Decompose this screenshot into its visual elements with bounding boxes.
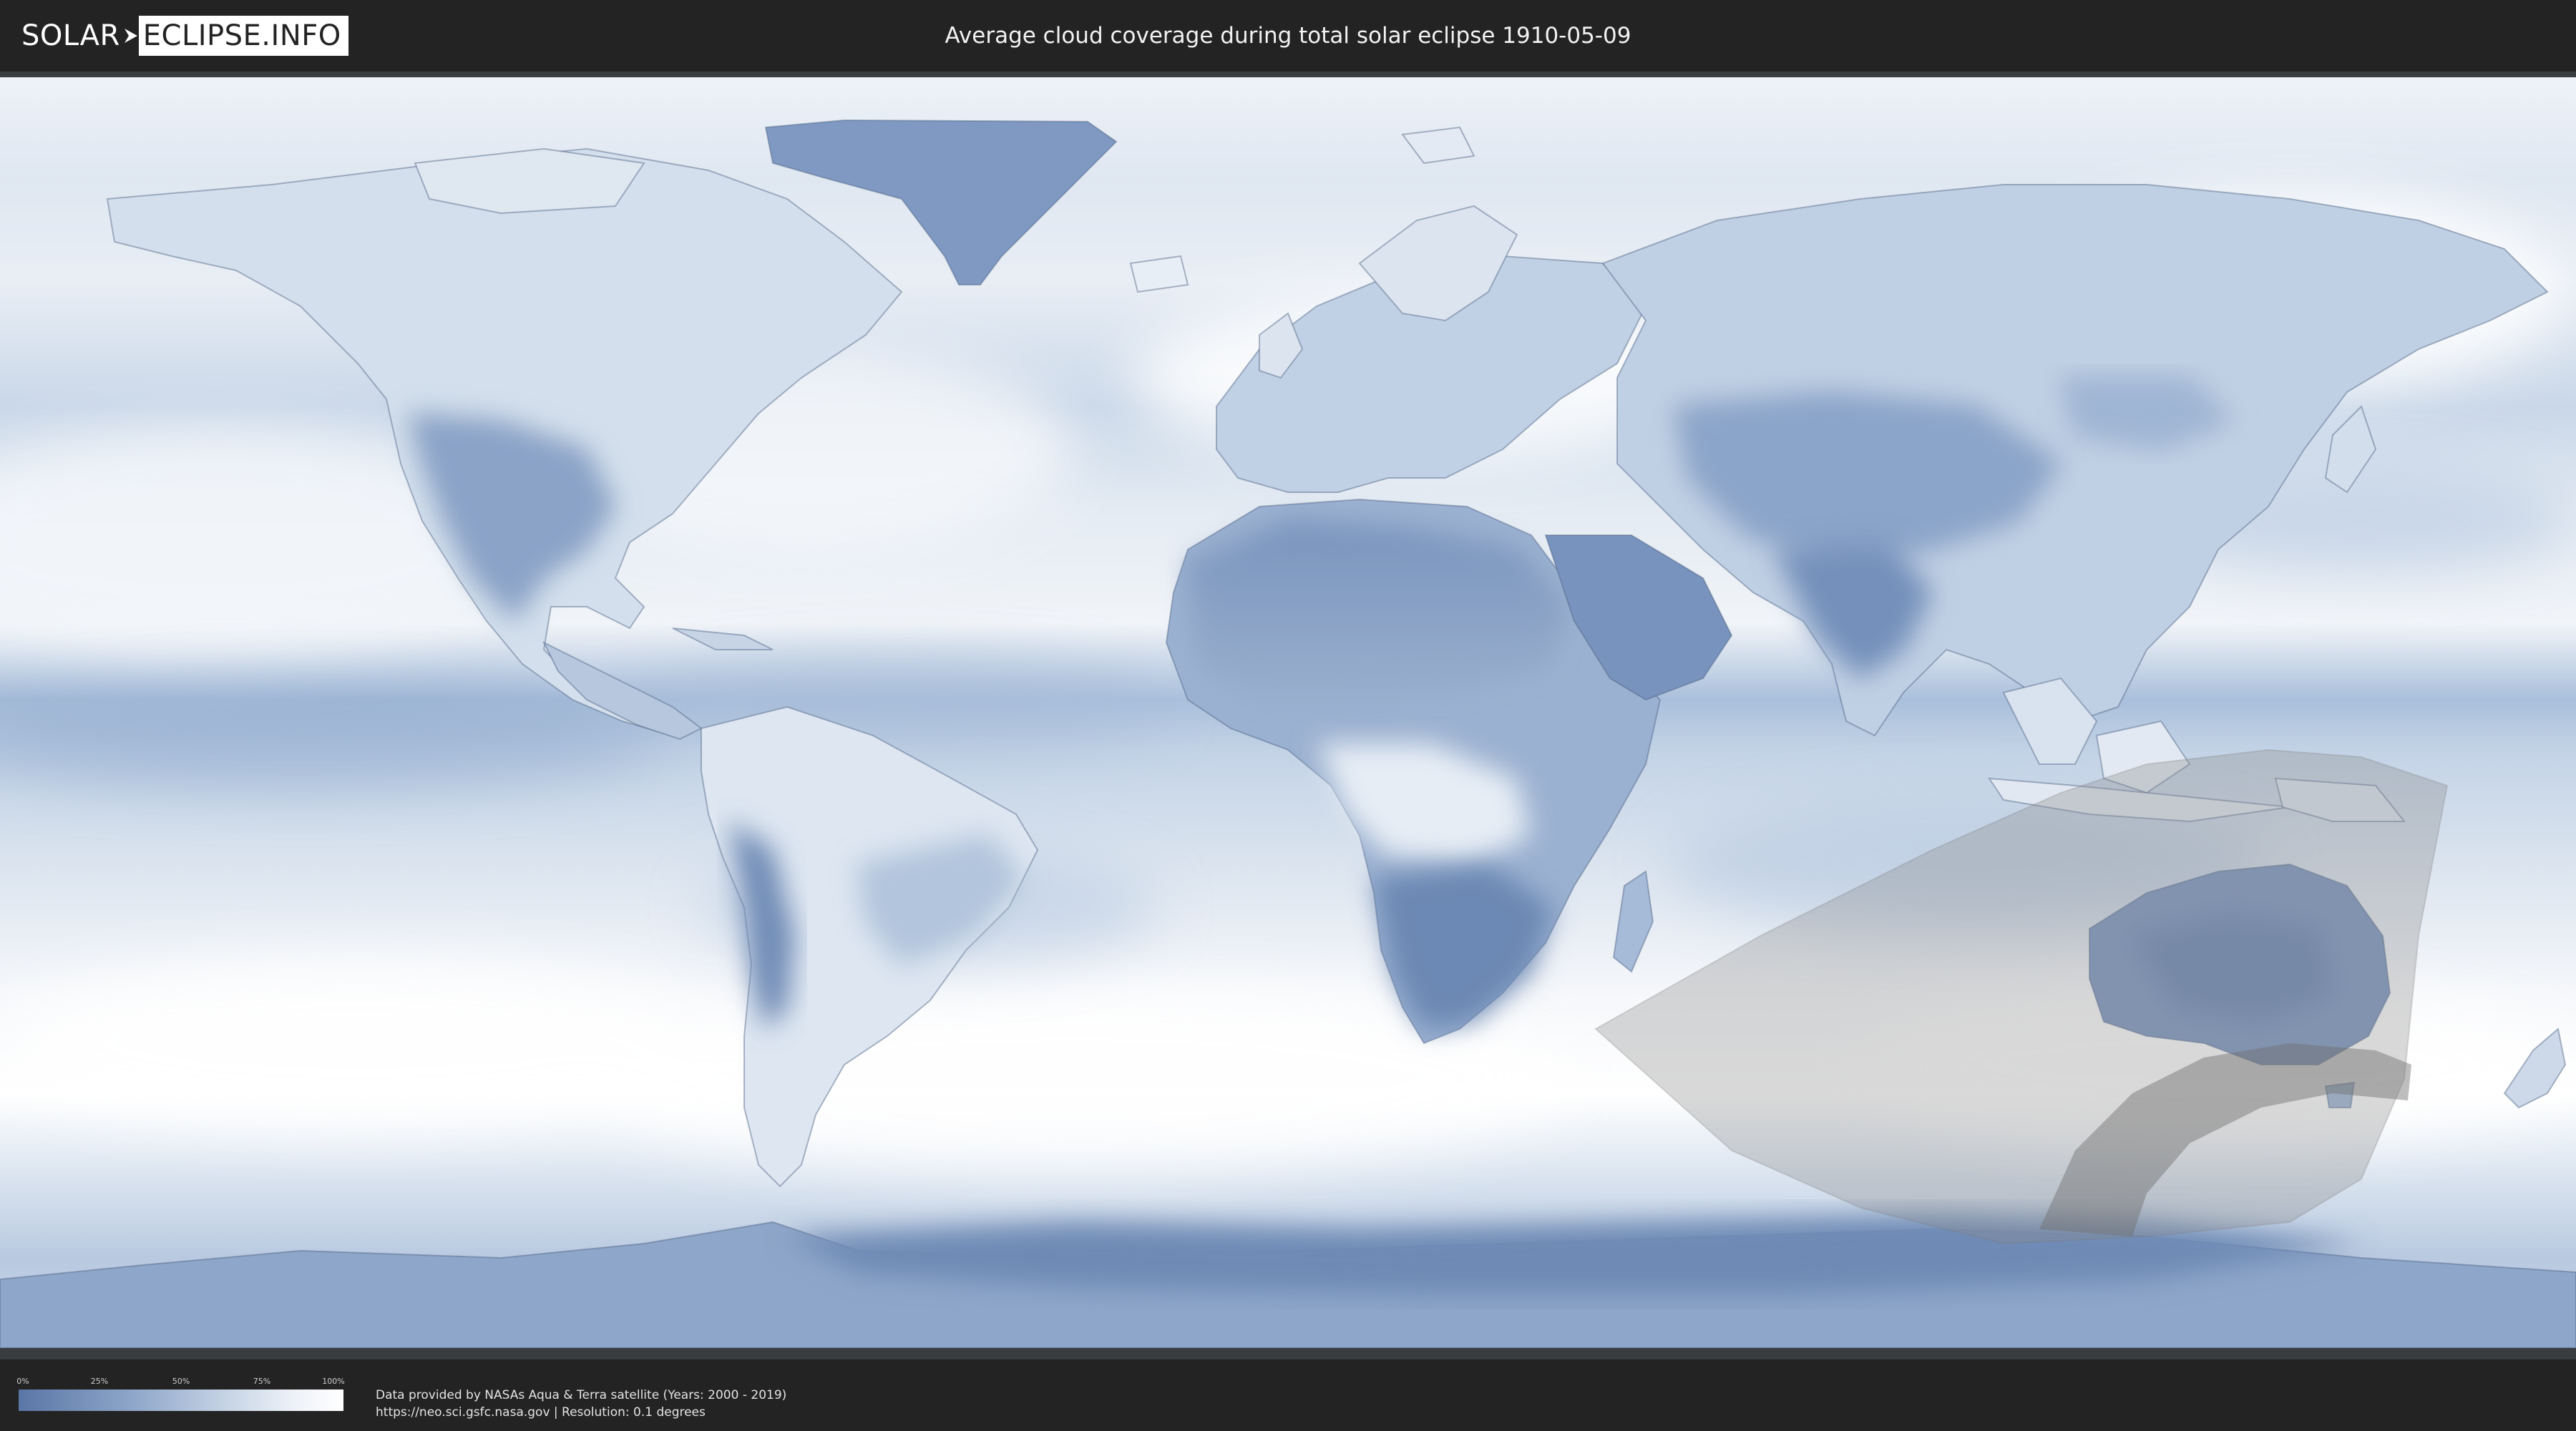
map-panel[interactable]: [0, 72, 2576, 1359]
page-title: Average cloud coverage during total sola…: [945, 23, 1631, 49]
legend-color-scale: [19, 1390, 343, 1411]
legend-tick-100: 100%: [322, 1377, 345, 1386]
page: SOLAR ECLIPSE.INFO Average cloud coverag…: [0, 0, 2576, 1431]
cloud-coverage-legend: 0% 25% 50% 75% 100%: [16, 1377, 345, 1411]
landmass-iceland: [1129, 255, 1189, 293]
legend-tick-25: 25%: [90, 1377, 109, 1386]
cloud-coverage-world-map[interactable]: [0, 77, 2576, 1348]
footer-bar: 0% 25% 50% 75% 100% Data provided by NAS…: [0, 1359, 2576, 1431]
data-credits: Data provided by NASAs Aqua & Terra sate…: [376, 1387, 786, 1421]
legend-tick-75: 75%: [253, 1377, 271, 1386]
legend-tick-0: 0%: [16, 1377, 29, 1386]
credits-link[interactable]: https://neo.sci.gsfc.nasa.gov | Resoluti…: [376, 1404, 786, 1421]
legend-tick-labels: 0% 25% 50% 75% 100%: [16, 1377, 345, 1390]
header-bar: SOLAR ECLIPSE.INFO Average cloud coverag…: [0, 0, 2576, 72]
legend-tick-50: 50%: [172, 1377, 190, 1386]
credits-source: Data provided by NASAs Aqua & Terra sate…: [376, 1388, 787, 1402]
